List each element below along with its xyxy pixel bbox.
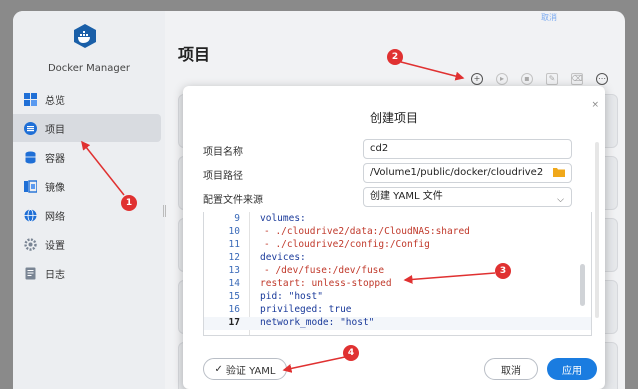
app-title: Docker Manager [47, 63, 131, 74]
sidebar-item-settings[interactable]: 设置 [13, 230, 161, 258]
check-icon: ✓ [214, 363, 223, 375]
sidebar-item-overview[interactable]: 总览 [13, 85, 161, 113]
sidebar-item-label: 镜像 [45, 182, 65, 194]
code-line-active: 17 network_mode: "host" [204, 317, 591, 330]
code-line: 10- ./cloudrive2/data:/CloudNAS:shared [228, 226, 470, 237]
sidebar-item-label: 项目 [45, 124, 65, 136]
toolbar: + ▸ ▪ ✎ ⌫ ⋯ [471, 73, 608, 85]
sidebar-nav: 总览 项目 容器 镜像 网络 设置 日志 [13, 85, 161, 288]
create-project-dialog: × 创建项目 项目名称 cd2 项目路径 /Volume1/public/doc… [183, 86, 605, 389]
code-line: 9 volumes: [234, 213, 306, 224]
project-path-label: 项目路径 [203, 171, 243, 182]
sidebar-item-image[interactable]: 镜像 [13, 172, 161, 200]
code-line: 12 devices: [228, 252, 306, 263]
page-title: 项目 [178, 45, 211, 64]
sidebar-item-log[interactable]: 日志 [13, 259, 161, 287]
annotation-marker: 3 [495, 263, 511, 279]
project-path-input[interactable]: /Volume1/public/docker/cloudrive2 [363, 163, 572, 183]
yaml-editor[interactable]: 9 volumes: 10- ./cloudrive2/data:/CloudNA… [203, 212, 592, 336]
sidebar: Docker Manager 总览 项目 容器 镜像 网络 设置 日志 [13, 11, 165, 389]
annotation-marker: 2 [387, 49, 403, 65]
overview-icon [23, 92, 37, 106]
add-icon[interactable]: + [471, 73, 483, 85]
sidebar-item-project[interactable]: 项目 [13, 114, 161, 142]
start-icon[interactable]: ▸ [496, 73, 508, 85]
project-name-label: 项目名称 [203, 147, 243, 158]
apply-button[interactable]: 应用 [547, 358, 597, 380]
docker-logo-icon [74, 24, 96, 48]
log-icon [23, 266, 37, 280]
stop-icon[interactable]: ▪ [521, 73, 533, 85]
annotation-marker: 4 [343, 345, 359, 361]
delete-icon[interactable]: ⌫ [571, 73, 583, 85]
sidebar-item-label: 容器 [45, 153, 65, 165]
chevron-down-icon: ⌵ [557, 195, 564, 205]
editor-scrollbar[interactable] [580, 264, 585, 306]
network-icon [23, 208, 37, 222]
folder-icon[interactable] [553, 167, 565, 177]
code-line: 16 privileged: true [228, 304, 352, 315]
sidebar-item-container[interactable]: 容器 [13, 143, 161, 171]
verify-yaml-button[interactable]: ✓ 验证 YAML [203, 358, 287, 380]
verify-yaml-label: 验证 YAML [225, 365, 276, 377]
project-icon [23, 121, 37, 135]
config-source-select[interactable]: 创建 YAML 文件 ⌵ [363, 187, 572, 207]
more-icon[interactable]: ⋯ [596, 73, 608, 85]
top-link[interactable]: 取消 [541, 12, 557, 23]
code-line: 11- ./cloudrive2/config:/Config [228, 239, 430, 250]
sidebar-item-label: 网络 [45, 211, 65, 223]
project-name-input[interactable]: cd2 [363, 139, 572, 159]
config-source-label: 配置文件来源 [203, 195, 263, 206]
project-path-value: /Volume1/public/docker/cloudrive2 [370, 167, 544, 178]
sidebar-item-network[interactable]: 网络 [13, 201, 161, 229]
container-icon [23, 150, 37, 164]
image-icon [23, 179, 37, 193]
dialog-scrollbar[interactable] [595, 142, 599, 318]
sidebar-item-label: 日志 [45, 269, 65, 281]
cancel-button[interactable]: 取消 [484, 358, 538, 380]
annotation-marker: 1 [121, 195, 137, 211]
sidebar-item-label: 总览 [45, 95, 65, 107]
code-line: 15 pid: "host" [228, 291, 323, 302]
code-line: 13- /dev/fuse:/dev/fuse [228, 265, 385, 276]
edit-icon[interactable]: ✎ [546, 73, 558, 85]
sidebar-resize-handle[interactable] [163, 205, 166, 217]
code-line: 14 restart: unless-stopped [228, 278, 392, 289]
settings-icon [23, 237, 37, 251]
dialog-title: 创建项目 [369, 111, 418, 125]
sidebar-item-label: 设置 [45, 240, 65, 252]
config-source-value: 创建 YAML 文件 [370, 191, 443, 202]
